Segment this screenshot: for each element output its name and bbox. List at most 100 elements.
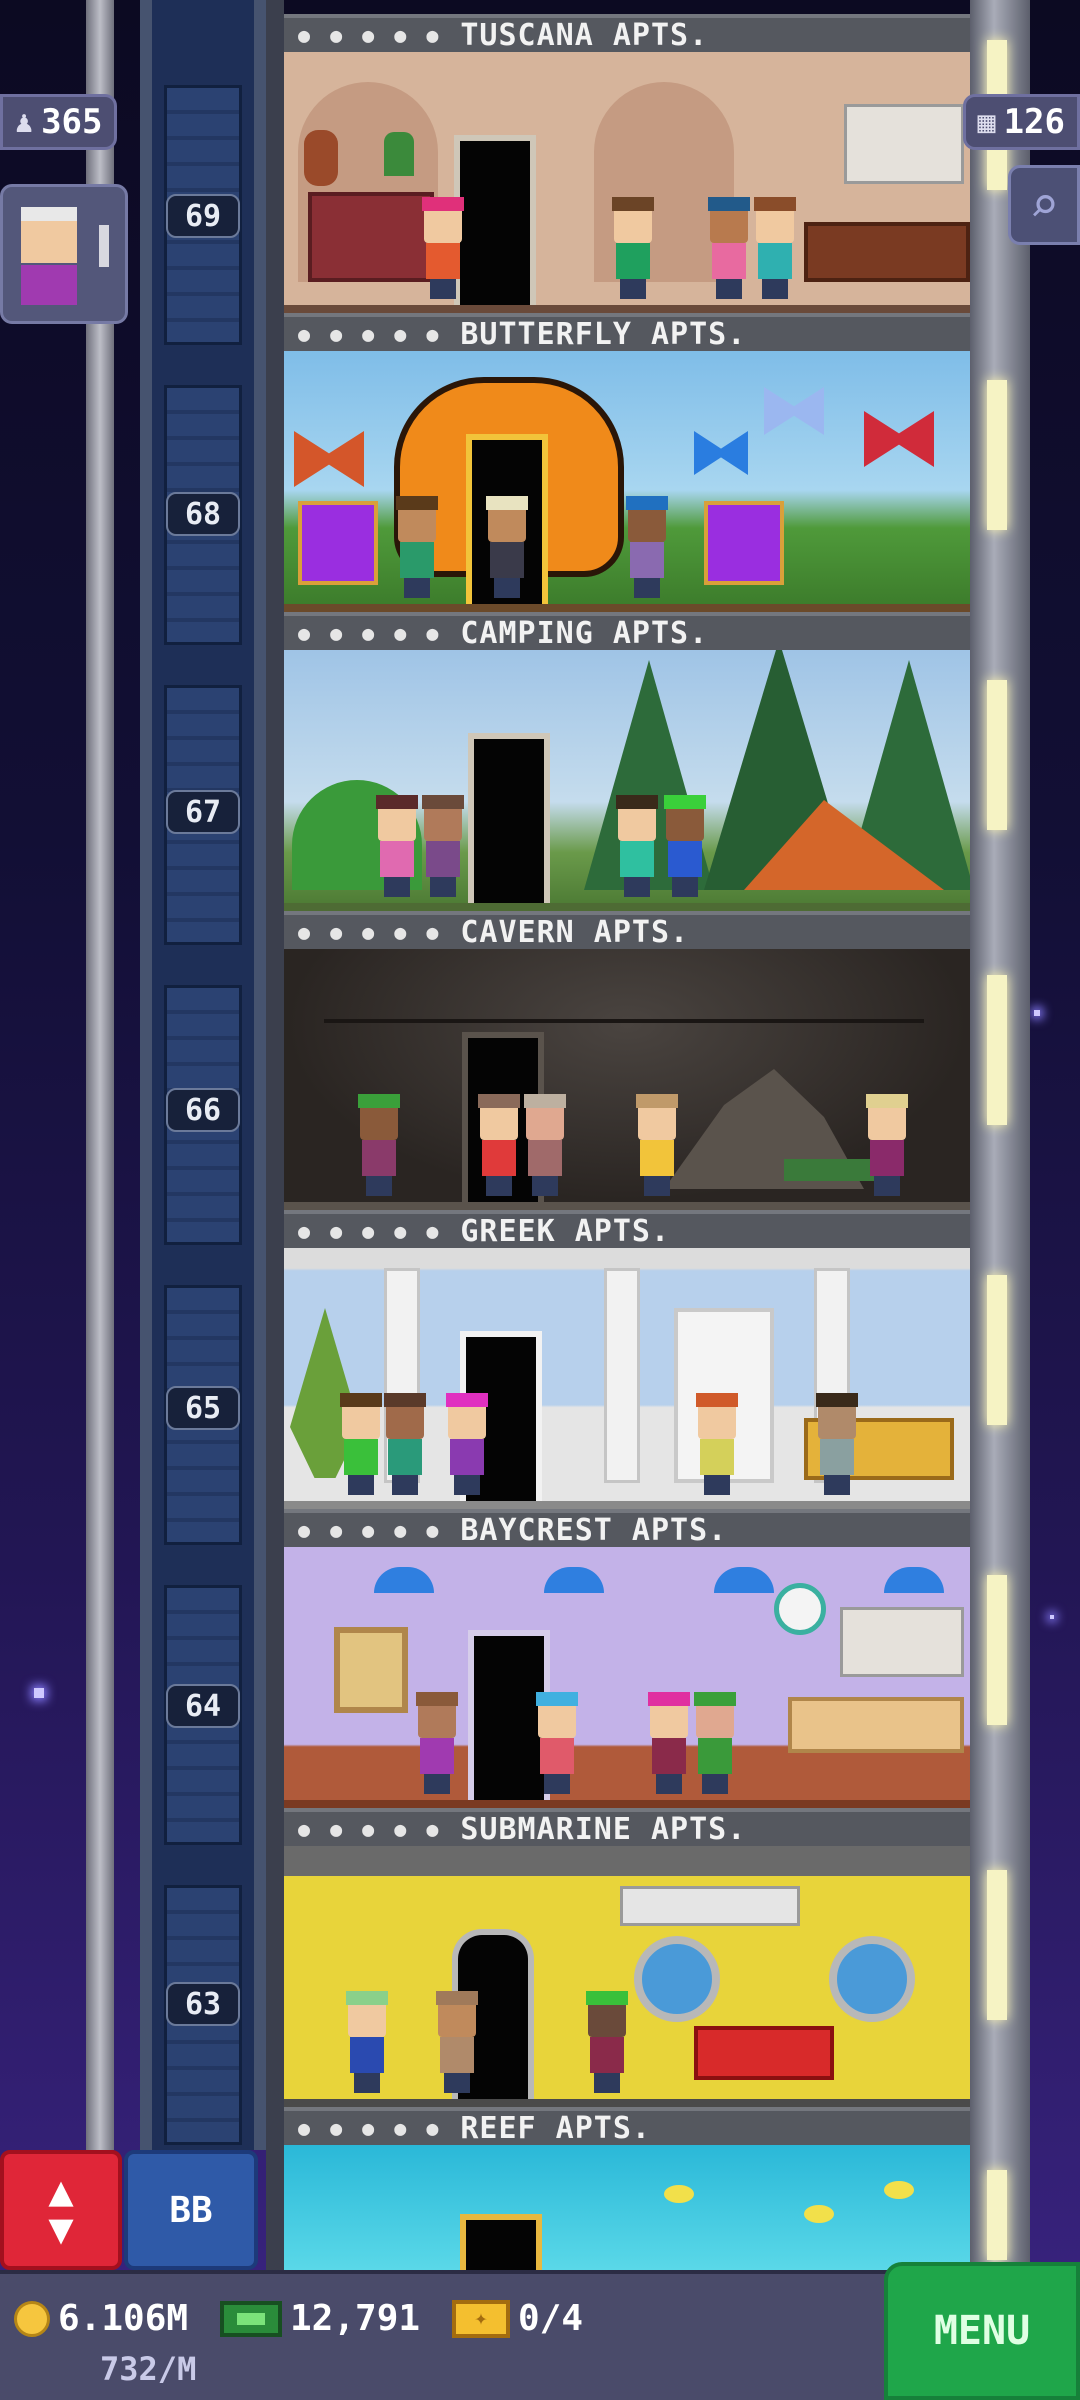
floor-label: ● ● ● ● ● BUTTERFLY APTS. xyxy=(284,313,970,352)
bitizen[interactable] xyxy=(692,1692,738,1794)
tickets-display[interactable]: ✦ 0/4 xyxy=(452,2298,583,2339)
framed-painting xyxy=(334,1627,408,1713)
bitizen[interactable] xyxy=(420,795,466,897)
wall-clock xyxy=(774,1583,826,1635)
floor-number-badge[interactable]: 67 xyxy=(166,790,240,834)
floors-counter[interactable]: ▦ 126 xyxy=(962,94,1080,150)
red-sofa xyxy=(694,2026,834,2080)
porthole xyxy=(634,1936,720,2022)
purple-armchair xyxy=(298,501,378,585)
floor-number-badge[interactable]: 66 xyxy=(166,1088,240,1132)
floor-number-badge[interactable]: 68 xyxy=(166,492,240,536)
vip-bitizen-icon xyxy=(21,207,77,305)
butterfly-decor xyxy=(864,411,934,467)
bitizen[interactable] xyxy=(420,197,466,299)
bb-button[interactable]: BB xyxy=(124,2150,258,2270)
floor-cavern[interactable]: ● ● ● ● ● CAVERN APTS. xyxy=(284,911,970,1210)
bitizen[interactable] xyxy=(414,1692,460,1794)
floor-label: ● ● ● ● ● REEF APTS. xyxy=(284,2107,970,2146)
bitizen[interactable] xyxy=(624,496,670,598)
floor-camping[interactable]: ● ● ● ● ● CAMPING APTS. xyxy=(284,612,970,911)
wall-light xyxy=(987,680,1007,830)
bitizen[interactable] xyxy=(338,1393,384,1495)
floor-label: ● ● ● ● ● BAYCREST APTS. xyxy=(284,1509,970,1548)
butterfly-decor xyxy=(764,387,824,435)
floor-number-badge[interactable]: 65 xyxy=(166,1386,240,1430)
butterfly-decor xyxy=(294,431,364,487)
bitizen[interactable] xyxy=(694,1393,740,1495)
floor-submarine[interactable]: ● ● ● ● ● SUBMARINE APTS. xyxy=(284,1808,970,2107)
elevator-shaft[interactable]: 69 68 67 66 65 64 63 xyxy=(140,0,266,2150)
fish xyxy=(804,2205,834,2223)
kitchen-cabinets xyxy=(840,1607,964,1677)
wall-light xyxy=(987,380,1007,530)
population-counter[interactable]: ♟ 365 xyxy=(0,94,118,150)
floor-reef[interactable]: ● ● ● ● ● REEF APTS. xyxy=(284,2107,970,2270)
floor-butterfly[interactable]: ● ● ● ● ● BUTTERFLY APTS. xyxy=(284,313,970,612)
bitizen[interactable] xyxy=(434,1991,480,2093)
menu-label: MENU xyxy=(933,2308,1031,2354)
search-button[interactable]: ⌕ xyxy=(1008,165,1080,245)
purple-armchair xyxy=(704,501,784,585)
floor-label: ● ● ● ● ● CAMPING APTS. xyxy=(284,612,970,651)
room-interior xyxy=(284,1248,970,1509)
floor-number-badge[interactable]: 63 xyxy=(166,1982,240,2026)
bitizen[interactable] xyxy=(476,1094,522,1196)
floor-tuscana[interactable]: ● ● ● ● ● TUSCANA APTS. xyxy=(284,14,970,313)
bitizen[interactable] xyxy=(614,795,660,897)
floor-number-badge[interactable]: 69 xyxy=(166,194,240,238)
bitizen[interactable] xyxy=(634,1094,680,1196)
floor-door xyxy=(460,2214,542,2270)
elevator-button[interactable]: ▲ ▼ xyxy=(0,2150,122,2270)
bitizen[interactable] xyxy=(344,1991,390,2093)
bitizen[interactable] xyxy=(752,197,798,299)
coins-display[interactable]: 6.106M xyxy=(14,2298,188,2339)
bux-value: 12,791 xyxy=(290,2298,421,2339)
bitizen[interactable] xyxy=(610,197,656,299)
floor-number-badge[interactable]: 64 xyxy=(166,1684,240,1728)
bitizen[interactable] xyxy=(646,1692,692,1794)
kitchen-cabinets xyxy=(844,104,964,184)
bitizen[interactable] xyxy=(444,1393,490,1495)
bitizen[interactable] xyxy=(534,1692,580,1794)
tower-left-wall xyxy=(266,0,284,2270)
bitizen[interactable] xyxy=(864,1094,910,1196)
alert-icon xyxy=(99,225,109,267)
floor-stars: ● ● ● ● ● xyxy=(298,23,443,47)
floor-label: ● ● ● ● ● SUBMARINE APTS. xyxy=(284,1808,970,1847)
floor-label: ● ● ● ● ● GREEK APTS. xyxy=(284,1210,970,1249)
bitizen[interactable] xyxy=(706,197,752,299)
pendant-lamp xyxy=(374,1567,434,1593)
wall-light xyxy=(987,1275,1007,1425)
vase xyxy=(304,130,338,186)
magnifier-icon: ⌕ xyxy=(1028,176,1060,234)
floor-name: BAYCREST APTS. xyxy=(460,1512,728,1548)
bitizen[interactable] xyxy=(662,795,708,897)
coin-icon xyxy=(14,2300,50,2337)
bitizen[interactable] xyxy=(484,496,530,598)
bitizen[interactable] xyxy=(356,1094,402,1196)
floor-name: GREEK APTS. xyxy=(460,1213,671,1249)
menu-button[interactable]: MENU xyxy=(884,2262,1080,2400)
floor-name: CAMPING APTS. xyxy=(460,615,709,651)
room-interior xyxy=(284,1547,970,1808)
vip-visitor-button[interactable] xyxy=(0,184,128,324)
floor-label: ● ● ● ● ● CAVERN APTS. xyxy=(284,911,970,950)
room-interior xyxy=(284,52,970,313)
floor-stars: ● ● ● ● ● xyxy=(298,322,443,346)
floor-door xyxy=(454,135,536,305)
pendant-lamp xyxy=(714,1567,774,1593)
bitizen[interactable] xyxy=(814,1393,860,1495)
pendant-lamp xyxy=(884,1567,944,1593)
kitchen-counter xyxy=(788,1697,964,1753)
bitizen[interactable] xyxy=(394,496,440,598)
bitizen[interactable] xyxy=(374,795,420,897)
floor-baycrest[interactable]: ● ● ● ● ● BAYCREST APTS. xyxy=(284,1509,970,1808)
bux-display[interactable]: 12,791 xyxy=(220,2298,420,2339)
bitizen[interactable] xyxy=(382,1393,428,1495)
bitizen[interactable] xyxy=(584,1991,630,2093)
floor-greek[interactable]: ● ● ● ● ● GREEK APTS. xyxy=(284,1210,970,1509)
bitizen[interactable] xyxy=(522,1094,568,1196)
star xyxy=(1034,1010,1040,1016)
cabinet xyxy=(308,192,434,282)
